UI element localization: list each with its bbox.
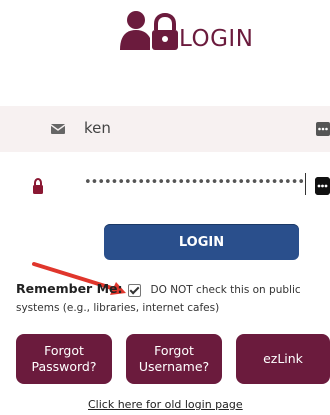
forgot-username-button[interactable]: Forgot Username? <box>126 334 222 384</box>
ezlink-button[interactable]: ezLink <box>236 334 330 384</box>
password-value[interactable]: ••••••••••••••••••••••••••••••••••••••••… <box>84 175 304 190</box>
page-title: LOGIN <box>179 26 254 52</box>
user-lock-icon <box>120 11 178 50</box>
text-caret <box>305 173 306 195</box>
remember-me-checkbox[interactable] <box>128 283 141 297</box>
username-value[interactable]: ken <box>84 119 111 137</box>
old-login-link[interactable]: Click here for old login page <box>88 398 243 411</box>
username-field[interactable]: ken <box>0 106 330 152</box>
lock-icon <box>33 178 43 194</box>
remember-note-line2: systems (e.g., libraries, internet cafes… <box>16 302 220 314</box>
remember-note-line1: DO NOT check this on public <box>150 284 301 296</box>
remember-me-section: Remember Me: DO NOT check this on public… <box>16 280 326 317</box>
password-field[interactable]: ••••••••••••••••••••••••••••••••••••••••… <box>0 163 330 209</box>
envelope-icon <box>51 124 65 134</box>
more-dots-icon[interactable] <box>315 177 330 195</box>
header: LOGIN <box>0 0 330 70</box>
forgot-password-button[interactable]: Forgot Password? <box>16 334 112 384</box>
login-button[interactable]: LOGIN <box>104 224 299 260</box>
more-dots-icon[interactable] <box>316 122 330 136</box>
remember-me-label: Remember Me: <box>16 281 123 296</box>
